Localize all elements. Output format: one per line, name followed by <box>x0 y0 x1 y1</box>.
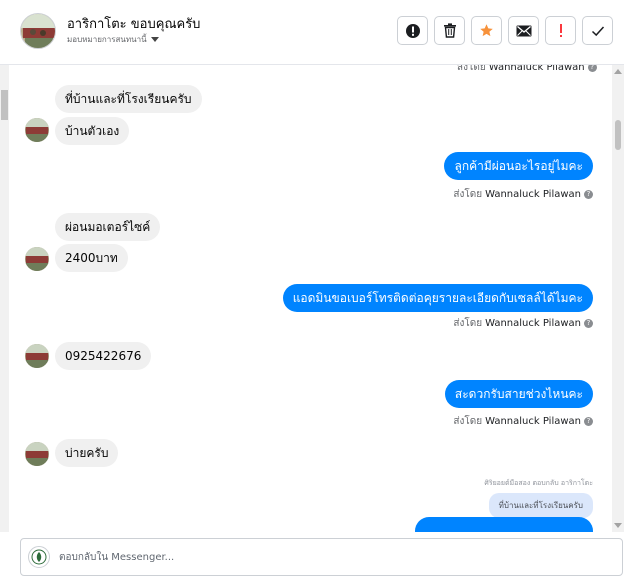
header-actions <box>397 16 613 45</box>
help-icon[interactable]: ? <box>587 65 597 72</box>
alert-button[interactable] <box>397 16 428 45</box>
reply-note: ศิริยอยต์มือสอง ตอบกลับ อาริกาโตะ <box>484 479 593 487</box>
help-icon[interactable]: ? <box>584 190 593 199</box>
assign-label: มอบหมายการสนทนานี้ <box>67 35 147 44</box>
sent-by-label: ส่งโดย Wannaluck Pilawan ? <box>457 65 597 75</box>
sender-avatar <box>25 247 49 271</box>
incoming-message[interactable]: บ่ายครับ <box>55 439 119 467</box>
delete-button[interactable] <box>434 16 465 45</box>
sent-by-label: ส่งโดย Wannaluck Pilawan ? <box>453 187 593 202</box>
envelope-icon <box>516 25 531 36</box>
contact-avatar[interactable] <box>20 13 56 49</box>
incoming-message[interactable]: 2400บาท <box>55 244 128 272</box>
incoming-message[interactable]: ผ่อนมอเตอร์ไซค์ <box>55 213 161 241</box>
mail-button[interactable] <box>508 16 539 45</box>
reply-composer[interactable]: ตอบกลับใน Messenger... <box>20 538 623 576</box>
message-thread: ส่งโดย Wannaluck Pilawan ? ที่บ้านและที่… <box>9 65 612 532</box>
scroll-up-arrow-icon[interactable] <box>614 69 622 74</box>
sender-avatar <box>25 118 49 142</box>
incoming-message[interactable]: ที่บ้านและที่โรงเรียนครับ <box>55 85 202 113</box>
reply-input[interactable]: ตอบกลับใน Messenger... <box>59 550 174 565</box>
right-scrollbar-thumb[interactable] <box>615 120 621 150</box>
right-scrollbar[interactable] <box>612 65 624 532</box>
conversation-header: อาริกาโตะ ขอบคุณครับ มอบหมายการสนทนานี้ <box>0 0 624 65</box>
checkmark-icon <box>591 25 604 36</box>
page-logo-icon <box>31 549 47 565</box>
spam-button[interactable] <box>545 16 576 45</box>
trash-icon <box>443 23 456 38</box>
sender-avatar <box>25 442 49 466</box>
sent-by-label: ส่งโดย Wannaluck Pilawan ? <box>453 316 593 331</box>
star-icon <box>480 24 493 37</box>
sent-by-label: ส่งโดย Wannaluck Pilawan ? <box>453 414 593 429</box>
scroll-down-arrow-icon[interactable] <box>614 523 622 528</box>
outgoing-message[interactable]: สะดวกรับสายช่วงไหนคะ <box>444 380 593 408</box>
help-icon[interactable]: ? <box>584 319 593 328</box>
star-button[interactable] <box>471 16 502 45</box>
sender-avatar <box>25 344 49 368</box>
incoming-message[interactable]: 0925422676 <box>55 342 152 370</box>
contact-name: อาริกาโตะ ขอบคุณครับ <box>67 17 201 32</box>
page-avatar <box>28 546 50 568</box>
assign-conversation-dropdown[interactable]: มอบหมายการสนทนานี้ <box>67 33 159 46</box>
mark-done-button[interactable] <box>582 16 613 45</box>
left-scrollbar[interactable] <box>0 65 9 532</box>
incoming-message[interactable]: บ้านตัวเอง <box>55 117 130 145</box>
caret-down-icon <box>150 37 159 42</box>
help-icon[interactable]: ? <box>584 417 593 426</box>
outgoing-message-partial[interactable] <box>415 517 593 532</box>
exclamation-icon <box>559 24 562 37</box>
outgoing-message[interactable]: ลูกค้ามีผ่อนอะไรอยู่ไมคะ <box>444 152 593 180</box>
alert-circle-icon <box>405 23 420 38</box>
quoted-message[interactable]: ที่บ้านและที่โรงเรียนครับ <box>488 493 593 518</box>
left-scrollbar-thumb[interactable] <box>1 90 8 120</box>
outgoing-message[interactable]: แอดมินขอเบอร์โทรติดต่อคุยรายละเอียดกับเซ… <box>282 284 593 312</box>
